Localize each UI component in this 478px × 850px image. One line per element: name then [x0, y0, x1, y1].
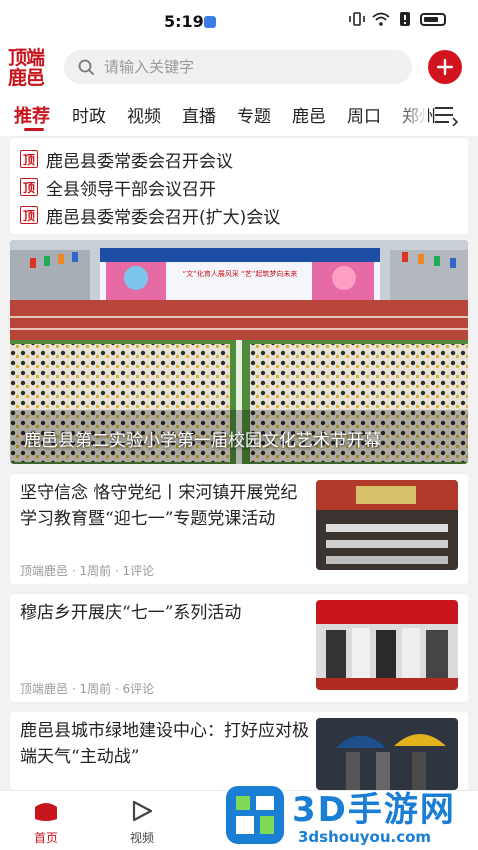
watermark-logo-icon: [226, 786, 284, 844]
tab-topics[interactable]: 专题: [237, 102, 271, 127]
headline-item[interactable]: 顶 全县领导干部会议召开: [20, 174, 216, 200]
headline-item[interactable]: 顶 鹿邑县委常委会召开会议: [20, 146, 233, 172]
featured-banner[interactable]: “文”化育人展风采 “艺”起筑梦向未来 鹿邑县第二实验小学第一届校园文化艺术节开…: [10, 240, 468, 464]
news-photo: [316, 480, 458, 570]
status-time: 5:19: [164, 12, 204, 31]
logo-line1: 顶端: [8, 47, 45, 69]
news-title: 穆店乡开展庆“七一”系列活动: [20, 603, 242, 623]
news-meta: 顶端鹿邑 · 1周前 · 1评论: [20, 564, 155, 578]
news-thumbnail: [316, 600, 458, 690]
tabs-fade: [398, 94, 428, 136]
nav-video-label: 视频: [129, 831, 154, 845]
news-card[interactable]: 坚守信念 恪守党纪丨宋河镇开展党纪学习教育暨“迎七一”专题党课活动 顶端鹿邑 ·…: [10, 474, 468, 584]
app-notification-icon: [204, 16, 216, 28]
status-bar: 5:19: [0, 0, 478, 44]
tab-video[interactable]: 视频: [127, 102, 161, 127]
headline-text: 鹿邑县委常委会召开会议: [46, 151, 233, 172]
vibrate-icon: [349, 12, 365, 26]
logo-line2: 鹿邑: [8, 67, 45, 89]
app-logo[interactable]: 顶端 鹿邑: [8, 48, 56, 90]
channel-menu-icon[interactable]: [432, 104, 460, 126]
tab-recommend[interactable]: 推荐: [14, 102, 50, 128]
tab-live[interactable]: 直播: [182, 102, 216, 127]
news-title: 坚守信念 恪守党纪丨宋河镇开展党纪学习教育暨“迎七一”专题党课活动: [20, 483, 298, 529]
battery-icon: [420, 12, 446, 26]
play-icon: [132, 800, 153, 822]
tab-zhoukou[interactable]: 周口: [347, 102, 381, 127]
news-photo: [316, 600, 458, 690]
nav-home-label: 首页: [33, 831, 58, 845]
home-icon: [35, 803, 57, 821]
banner-caption: 鹿邑县第二实验小学第一届校园文化艺术节开幕: [24, 431, 381, 451]
top-badge: 顶: [20, 150, 38, 168]
tab-politics[interactable]: 时政: [72, 102, 106, 127]
wifi-icon: [372, 12, 390, 26]
top-headlines: 顶 鹿邑县委常委会召开会议 顶 全县领导干部会议召开 顶 鹿邑县委常委会召开(扩…: [10, 138, 468, 234]
headline-item[interactable]: 顶 鹿邑县委常委会召开(扩大)会议: [20, 202, 280, 228]
headline-text: 鹿邑县委常委会召开(扩大)会议: [46, 207, 281, 228]
plus-icon: [437, 59, 453, 75]
add-button[interactable]: [428, 50, 462, 84]
top-badge: 顶: [20, 206, 38, 224]
status-icons: [348, 12, 446, 26]
header: 顶端 鹿邑: [0, 44, 478, 94]
watermark-title: 3D手游网: [292, 790, 456, 830]
news-thumbnail: [316, 480, 458, 570]
stage-banner-text: “文”化育人展风采 “艺”起筑梦向未来: [183, 269, 298, 278]
top-badge: 顶: [20, 178, 38, 196]
channel-tabs: 推荐 时政 视频 直播 专题 鹿邑 周口 郑州: [0, 94, 478, 136]
sim-alert-icon: [400, 12, 410, 26]
news-meta: 顶端鹿邑 · 1周前 · 6评论: [20, 682, 155, 696]
tab-luyi[interactable]: 鹿邑: [292, 102, 326, 127]
search-icon: [78, 59, 94, 75]
news-title: 鹿邑县城市绿地建设中心：打好应对极端天气“主动战”: [20, 721, 309, 767]
watermark-url: 3dshouyou.com: [298, 828, 432, 846]
active-tab-indicator: [24, 128, 44, 131]
news-card[interactable]: 穆店乡开展庆“七一”系列活动 顶端鹿邑 · 1周前 · 6评论: [10, 594, 468, 702]
search-input[interactable]: [104, 50, 394, 84]
search-box[interactable]: [64, 50, 412, 84]
headline-text: 全县领导干部会议召开: [46, 179, 216, 200]
site-watermark: 3D手游网 3dshouyou.com: [222, 780, 478, 850]
nav-video[interactable]: 视频: [112, 799, 172, 846]
news-card[interactable]: 鹿邑县城市绿地建设中心：打好应对极端天气“主动战”: [10, 712, 468, 790]
nav-home[interactable]: 首页: [16, 799, 76, 846]
